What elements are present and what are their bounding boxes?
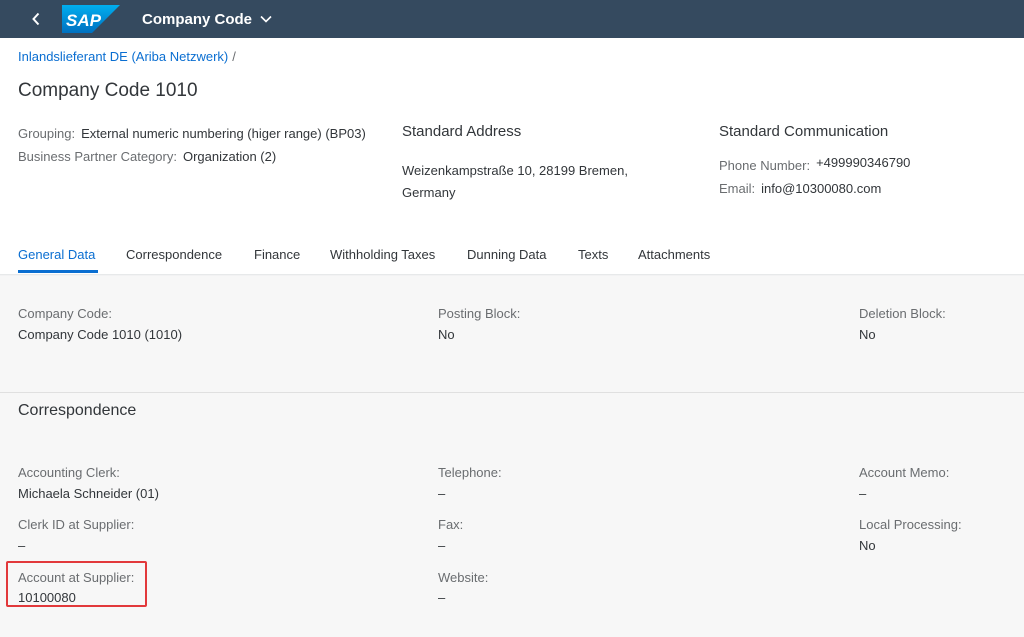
tab-correspondence[interactable]: Correspondence: [126, 247, 222, 262]
tab-finance[interactable]: Finance: [254, 247, 300, 262]
standard-address: Weizenkampstraße 10, 28199 Bremen, Germa…: [402, 160, 652, 204]
account-memo-value: –: [859, 486, 867, 501]
shell-bar: SAP Company Code: [0, 0, 1024, 38]
telephone-value: –: [438, 486, 446, 501]
local-processing-value: No: [859, 538, 876, 553]
website-value: –: [438, 590, 446, 605]
tab-attachments[interactable]: Attachments: [638, 247, 710, 262]
correspondence-section-title: Correspondence: [18, 402, 137, 419]
grouping-label: Grouping:: [18, 126, 76, 141]
phone-attribute: Phone Number: +499990346790: [719, 155, 910, 173]
fax-label: Fax:: [438, 517, 464, 532]
tab-texts[interactable]: Texts: [578, 247, 608, 262]
phone-label: Phone Number:: [719, 158, 811, 173]
clerk-id-value: –: [18, 538, 26, 553]
object-header: Inlandslieferant DE (Ariba Netzwerk) / Co…: [0, 38, 1024, 274]
address-line-1: Weizenkampstraße 10, 28199 Bremen,: [402, 163, 628, 178]
company-code-label: Company Code:: [18, 306, 112, 321]
tab-bar: General Data Correspondence Finance With…: [0, 240, 1024, 274]
back-button[interactable]: [22, 0, 50, 38]
bp-category-attribute: Business Partner Category: Organization (…: [18, 149, 276, 164]
clerk-id-label: Clerk ID at Supplier:: [18, 517, 135, 532]
email-value[interactable]: info@10300080.com: [761, 181, 881, 196]
header-shadow: [0, 274, 1024, 276]
standard-address-title: Standard Address: [402, 123, 522, 140]
address-line-2: Germany: [402, 185, 456, 200]
app-title: Company Code: [142, 10, 253, 28]
posting-block-value: No: [438, 327, 455, 342]
chevron-down-icon: [260, 15, 272, 23]
grouping-value: External numeric numbering (higer range)…: [81, 126, 366, 141]
highlight-annotation-box: [6, 561, 147, 607]
app-title-menu[interactable]: Company Code: [142, 0, 272, 38]
tab-withholding-taxes[interactable]: Withholding Taxes: [330, 247, 435, 262]
posting-block-label: Posting Block:: [438, 306, 521, 321]
tab-dunning-data[interactable]: Dunning Data: [467, 247, 547, 262]
deletion-block-label: Deletion Block:: [859, 306, 946, 321]
breadcrumb-separator: /: [232, 49, 236, 64]
standard-communication-title: Standard Communication: [719, 123, 889, 140]
fax-value: –: [438, 538, 446, 553]
svg-text:SAP: SAP: [66, 11, 102, 30]
accounting-clerk-value: Michaela Schneider (01): [18, 486, 159, 501]
tab-general-data[interactable]: General Data: [18, 247, 95, 262]
active-tab-indicator: [18, 270, 98, 273]
sap-logo[interactable]: SAP: [62, 5, 120, 33]
account-memo-label: Account Memo:: [859, 465, 950, 480]
section-divider: [0, 392, 1024, 393]
bp-category-value: Organization (2): [182, 149, 277, 164]
phone-value[interactable]: +499990346790: [816, 155, 910, 170]
email-attribute: Email: info@10300080.com: [719, 181, 881, 196]
company-code-value: Company Code 1010 (1010): [18, 327, 183, 342]
website-label: Website:: [438, 570, 489, 585]
local-processing-label: Local Processing:: [859, 517, 962, 532]
telephone-label: Telephone:: [438, 465, 502, 480]
email-label: Email:: [719, 181, 756, 196]
accounting-clerk-label: Accounting Clerk:: [18, 465, 120, 480]
page-title: Company Code 1010: [18, 80, 198, 101]
chevron-left-icon: [32, 12, 40, 26]
deletion-block-value: No: [859, 327, 876, 342]
breadcrumb: Inlandslieferant DE (Ariba Netzwerk) /: [18, 49, 236, 64]
grouping-attribute: Grouping: External numeric numbering (hig…: [18, 126, 366, 141]
breadcrumb-link[interactable]: Inlandslieferant DE (Ariba Netzwerk): [18, 49, 228, 64]
bp-category-label: Business Partner Category:: [18, 149, 177, 164]
